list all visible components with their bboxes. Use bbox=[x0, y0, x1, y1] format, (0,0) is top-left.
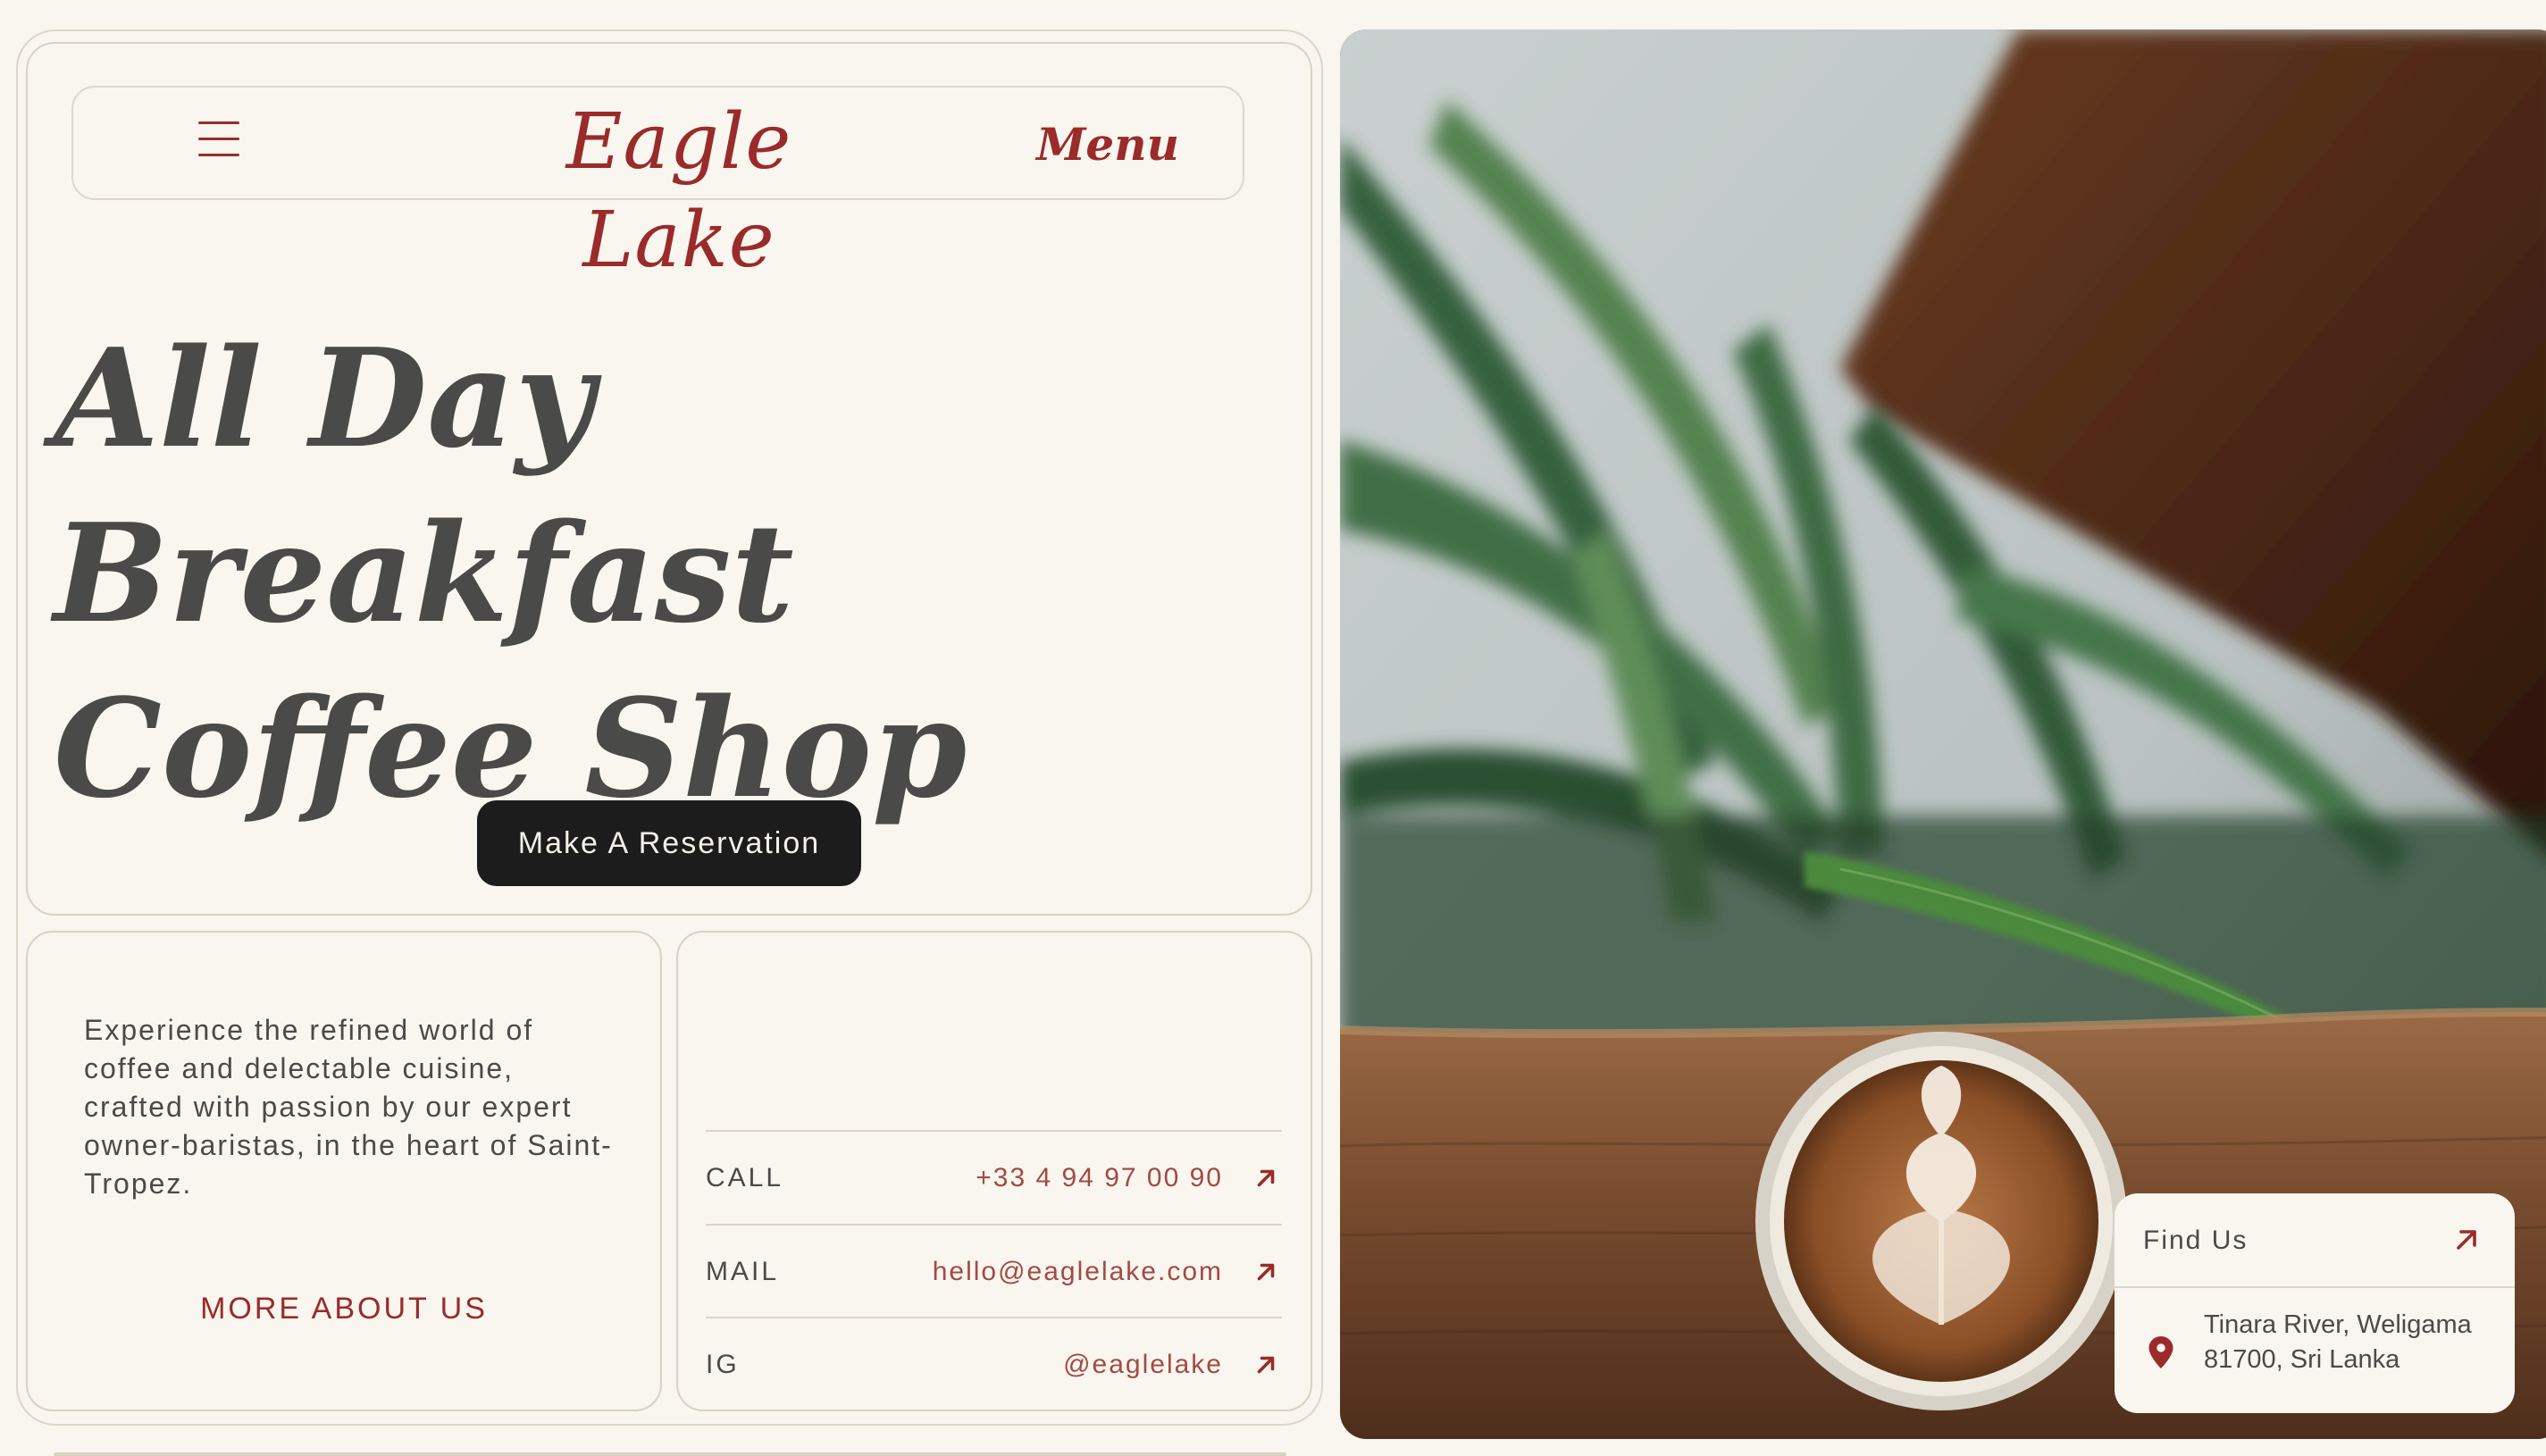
contact-label: MAIL bbox=[706, 1257, 780, 1286]
menu-link[interactable]: Menu bbox=[1027, 109, 1188, 180]
logo[interactable]: Eagle Lake bbox=[465, 93, 893, 285]
find-us-title: Find Us bbox=[2143, 1226, 2249, 1255]
phone-link[interactable]: +33 4 94 97 00 90 bbox=[976, 1132, 1223, 1225]
arrow-up-right-icon[interactable] bbox=[2450, 1224, 2483, 1256]
map-pin-icon bbox=[2148, 1336, 2173, 1368]
contact-row-ig[interactable]: IG @eaglelake bbox=[706, 1317, 1282, 1410]
find-us-address: Tinara River, Weligama 81700, Sri Lanka bbox=[2204, 1308, 2508, 1377]
arrow-up-right-icon[interactable] bbox=[1250, 1349, 1282, 1381]
make-reservation-button[interactable]: Make A Reservation bbox=[477, 800, 861, 886]
address-line-1: Tinara River, Weligama bbox=[2204, 1310, 2472, 1339]
bottom-divider bbox=[54, 1452, 1286, 1456]
contact-row-call[interactable]: CALL +33 4 94 97 00 90 bbox=[706, 1130, 1282, 1223]
arrow-up-right-icon[interactable] bbox=[1250, 1162, 1282, 1194]
contact-label: CALL bbox=[706, 1163, 784, 1192]
hamburger-icon[interactable] bbox=[198, 121, 239, 157]
address-line-2: 81700, Sri Lanka bbox=[2204, 1345, 2400, 1374]
instagram-link[interactable]: @eaglelake bbox=[1063, 1318, 1223, 1411]
about-description: Experience the refined world of coffee a… bbox=[84, 1014, 613, 1200]
find-us-card[interactable]: Find Us Tinara River, Weligama 81700, Sr… bbox=[2115, 1193, 2515, 1413]
hero-title-line-1: All Day Breakfast bbox=[54, 318, 794, 653]
hero-title: All Day Breakfast Coffee Shop bbox=[54, 311, 1286, 828]
more-about-us-link[interactable]: MORE ABOUT US bbox=[161, 1286, 527, 1331]
email-link[interactable]: hello@eaglelake.com bbox=[933, 1226, 1223, 1318]
find-us-header[interactable]: Find Us bbox=[2115, 1193, 2515, 1288]
arrow-up-right-icon[interactable] bbox=[1250, 1256, 1282, 1288]
contact-label: IG bbox=[706, 1350, 740, 1379]
contact-row-mail[interactable]: MAIL hello@eaglelake.com bbox=[706, 1224, 1282, 1317]
